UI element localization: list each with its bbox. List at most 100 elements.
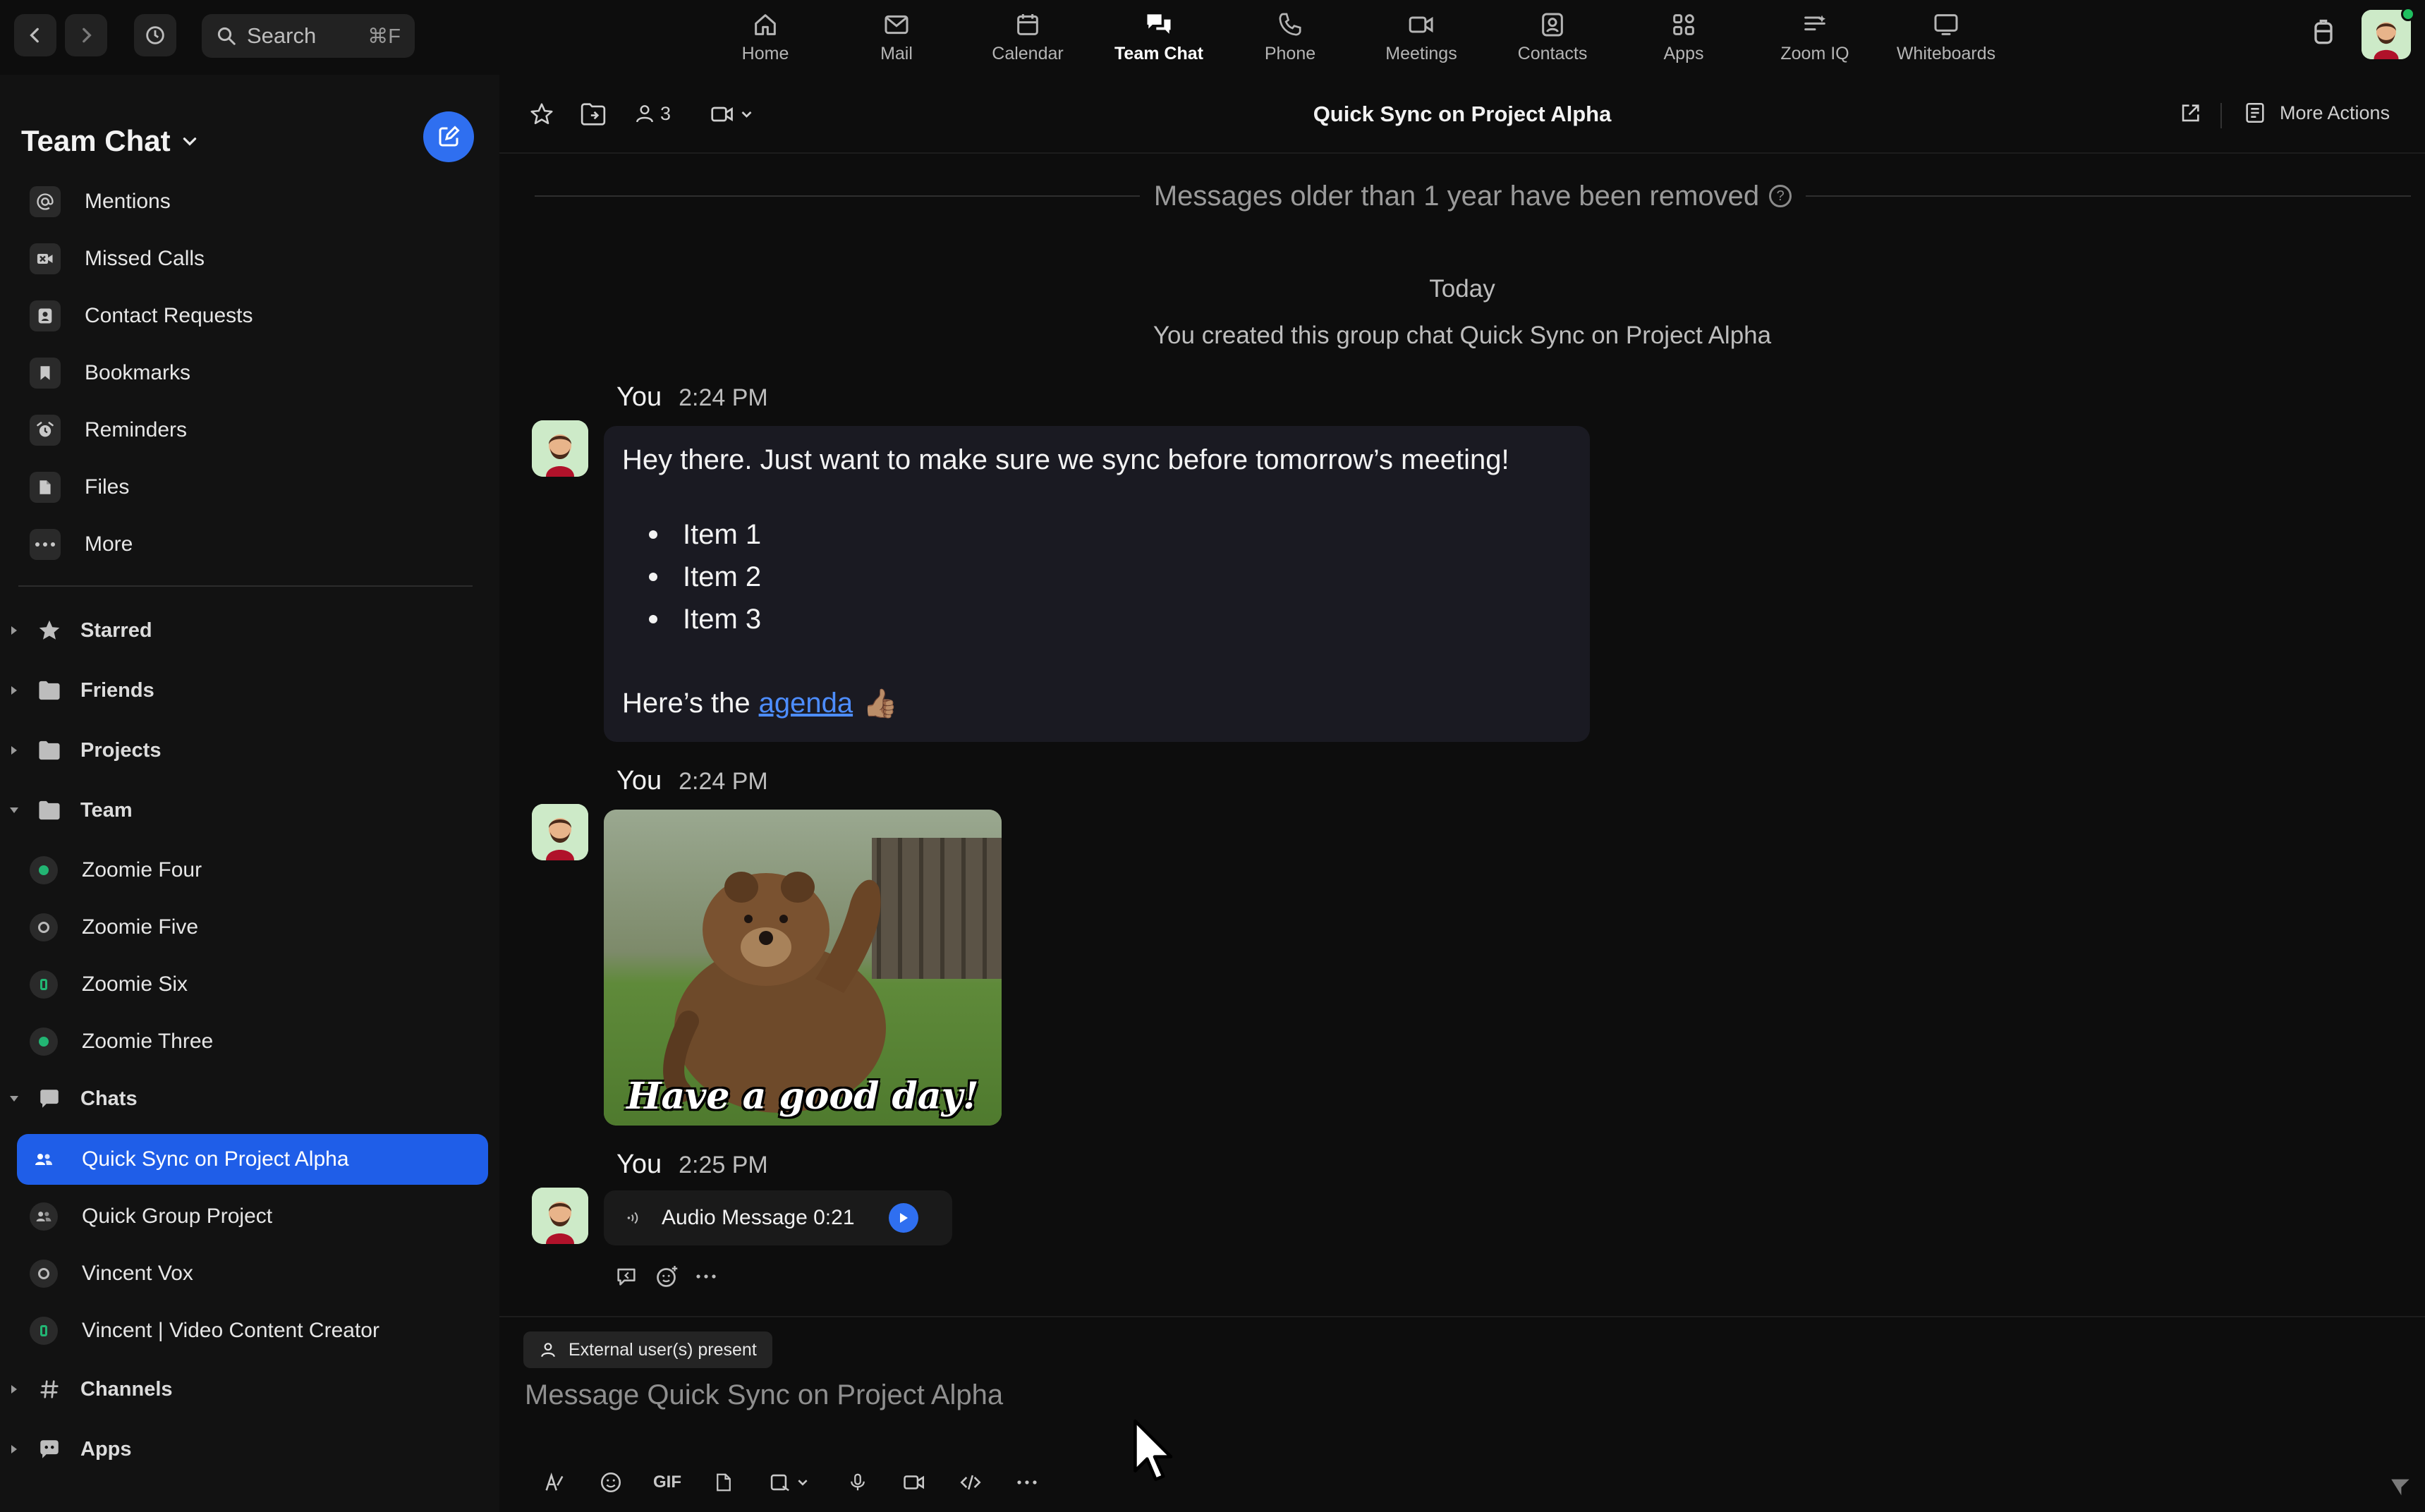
- tab-contacts[interactable]: Contacts: [1487, 7, 1618, 71]
- avatar[interactable]: [532, 804, 588, 860]
- sidebar-item-more[interactable]: More: [30, 523, 481, 566]
- sidebar-item-contact-requests[interactable]: Contact Requests: [30, 295, 481, 337]
- group-apps[interactable]: Apps: [7, 1429, 473, 1469]
- avatar[interactable]: [532, 1188, 588, 1244]
- more-options-button[interactable]: [695, 1273, 717, 1280]
- audio-wave-icon: [625, 1207, 643, 1228]
- sidebar-item-bookmarks[interactable]: Bookmarks: [30, 352, 481, 394]
- play-button[interactable]: [889, 1203, 918, 1233]
- sender-name[interactable]: You: [616, 1150, 662, 1180]
- tab-label: Home: [741, 44, 789, 63]
- group-starred[interactable]: Starred: [7, 611, 473, 650]
- group-chats[interactable]: Chats: [7, 1079, 473, 1118]
- home-icon: [755, 14, 776, 35]
- sidebar-item-missed-calls[interactable]: Missed Calls: [30, 238, 481, 280]
- back-button[interactable]: [14, 14, 56, 56]
- reply-button[interactable]: [614, 1264, 639, 1288]
- search-bar[interactable]: Search ⌘F: [202, 14, 415, 58]
- group-label: Apps: [80, 1437, 132, 1461]
- more-tools-button[interactable]: [999, 1464, 1055, 1501]
- team-member-zoomie-three[interactable]: Zoomie Three: [30, 1020, 481, 1063]
- avatar-icon: [532, 420, 588, 477]
- history-button[interactable]: [134, 14, 176, 56]
- mouse-cursor-icon: [1133, 1419, 1177, 1484]
- gif-attachment[interactable]: Have a good day!: [604, 810, 1002, 1126]
- add-reaction-button[interactable]: [655, 1264, 680, 1289]
- message-header: You 2:25 PM: [616, 1150, 768, 1180]
- chat-quick-group-project[interactable]: Quick Group Project: [30, 1195, 481, 1238]
- tab-team-chat[interactable]: Team Chat: [1093, 7, 1224, 71]
- agenda-link[interactable]: agenda: [759, 688, 853, 719]
- play-icon: [900, 1213, 908, 1223]
- group-projects[interactable]: Projects: [7, 731, 473, 770]
- pop-out-button[interactable]: [2178, 102, 2202, 126]
- sidebar-title[interactable]: Team Chat: [21, 124, 199, 158]
- audio-message[interactable]: Audio Message 0:21: [604, 1190, 952, 1245]
- group-team[interactable]: Team: [7, 791, 473, 830]
- member-label: Zoomie Six: [82, 973, 188, 996]
- compose-button[interactable]: [423, 111, 474, 162]
- chat-label: Vincent | Video Content Creator: [82, 1319, 379, 1342]
- sidebar-item-mentions[interactable]: Mentions: [30, 181, 481, 223]
- emoji-icon: [600, 1472, 621, 1493]
- format-button[interactable]: [526, 1464, 583, 1501]
- tab-zoom-iq[interactable]: Zoom IQ: [1749, 7, 1880, 71]
- tab-home[interactable]: Home: [700, 7, 831, 71]
- caret-down-icon: [10, 807, 18, 813]
- more-actions-button[interactable]: More Actions: [2243, 100, 2390, 126]
- gif-button[interactable]: GIF: [639, 1464, 695, 1501]
- avatar[interactable]: [532, 420, 588, 477]
- caret-right-icon: [11, 686, 17, 695]
- history-icon: [146, 26, 164, 44]
- group-friends[interactable]: Friends: [7, 671, 473, 710]
- chat-vincent-video-content-creator[interactable]: Vincent | Video Content Creator: [30, 1310, 481, 1352]
- top-bar: Search ⌘F Home Mail Calendar Team Chat P…: [0, 0, 2425, 75]
- tab-calendar[interactable]: Calendar: [962, 7, 1093, 71]
- tab-label: Whiteboards: [1896, 44, 1996, 63]
- sidebar-item-reminders[interactable]: Reminders: [30, 409, 481, 451]
- sidebar-item-files[interactable]: Files: [30, 466, 481, 508]
- forward-button[interactable]: [65, 14, 107, 56]
- member-label: Zoomie Five: [82, 915, 199, 939]
- code-snippet-button[interactable]: [942, 1464, 999, 1501]
- gif-label: GIF: [653, 1473, 681, 1492]
- chat-vincent-vox[interactable]: Vincent Vox: [30, 1252, 481, 1295]
- caret-right-icon: [11, 746, 17, 755]
- screenshot-button[interactable]: [752, 1464, 829, 1501]
- help-icon[interactable]: ?: [1769, 185, 1792, 207]
- divider-line: [1806, 195, 2411, 197]
- team-member-zoomie-six[interactable]: Zoomie Six: [30, 963, 481, 1006]
- file-icon: [717, 1473, 731, 1492]
- group-label: Team: [80, 798, 133, 822]
- team-member-zoomie-four[interactable]: Zoomie Four: [30, 849, 481, 891]
- chat-quick-sync-on-project-alpha[interactable]: Quick Sync on Project Alpha: [30, 1138, 481, 1181]
- message-input[interactable]: Message Quick Sync on Project Alpha: [525, 1379, 1003, 1411]
- sender-name[interactable]: You: [616, 382, 662, 413]
- message-bubble[interactable]: Hey there. Just want to make sure we syn…: [604, 426, 1590, 742]
- tab-apps[interactable]: Apps: [1618, 7, 1749, 71]
- details-panel-icon: [2246, 102, 2264, 123]
- tab-whiteboards[interactable]: Whiteboards: [1880, 7, 2012, 71]
- group-channels[interactable]: Channels: [7, 1370, 473, 1409]
- file-button[interactable]: [695, 1464, 752, 1501]
- video-camera-icon: [1409, 16, 1433, 33]
- emoji-button[interactable]: [583, 1464, 639, 1501]
- tab-mail[interactable]: Mail: [831, 7, 962, 71]
- external-users-badge[interactable]: External user(s) present: [523, 1331, 772, 1368]
- audio-record-button[interactable]: [829, 1464, 886, 1501]
- tab-meetings[interactable]: Meetings: [1356, 7, 1487, 71]
- sidebar-item-label: Mentions: [85, 190, 171, 213]
- calendar-icon: [1017, 14, 1038, 35]
- video-message-button[interactable]: [886, 1464, 942, 1501]
- code-icon: [960, 1475, 981, 1490]
- send-button[interactable]: [2388, 1475, 2412, 1499]
- sender-name[interactable]: You: [616, 766, 662, 796]
- tab-phone[interactable]: Phone: [1224, 7, 1356, 71]
- team-member-zoomie-five[interactable]: Zoomie Five: [30, 906, 481, 949]
- alarm-icon: [37, 422, 54, 437]
- briefcase-button[interactable]: [2308, 16, 2339, 49]
- caret-right-icon: [11, 1385, 17, 1394]
- chevron-left-icon: [30, 28, 39, 43]
- sidebar-item-label: Files: [85, 475, 130, 499]
- day-separator: Today: [1429, 275, 1495, 303]
